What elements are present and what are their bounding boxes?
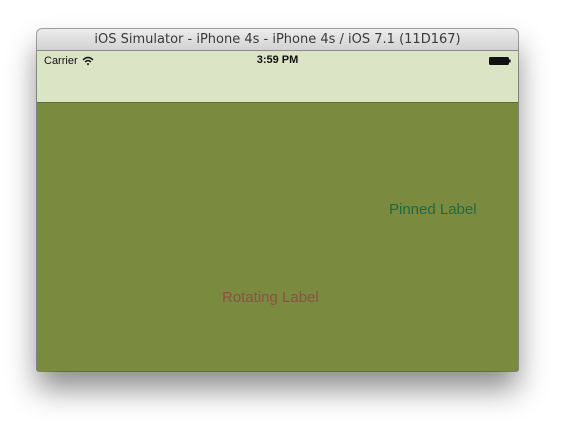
app-content: Pinned Label Rotating Label [37,103,518,371]
ios-status-bar: Carrier 3:59 PM [37,51,518,103]
status-time: 3:59 PM [256,54,299,66]
rotating-label: Rotating Label [222,289,319,306]
simulator-window: iOS Simulator - iPhone 4s - iPhone 4s / … [37,29,518,371]
battery-icon [489,57,511,65]
pinned-label: Pinned Label [389,201,477,218]
window-title: iOS Simulator - iPhone 4s - iPhone 4s / … [37,29,518,51]
